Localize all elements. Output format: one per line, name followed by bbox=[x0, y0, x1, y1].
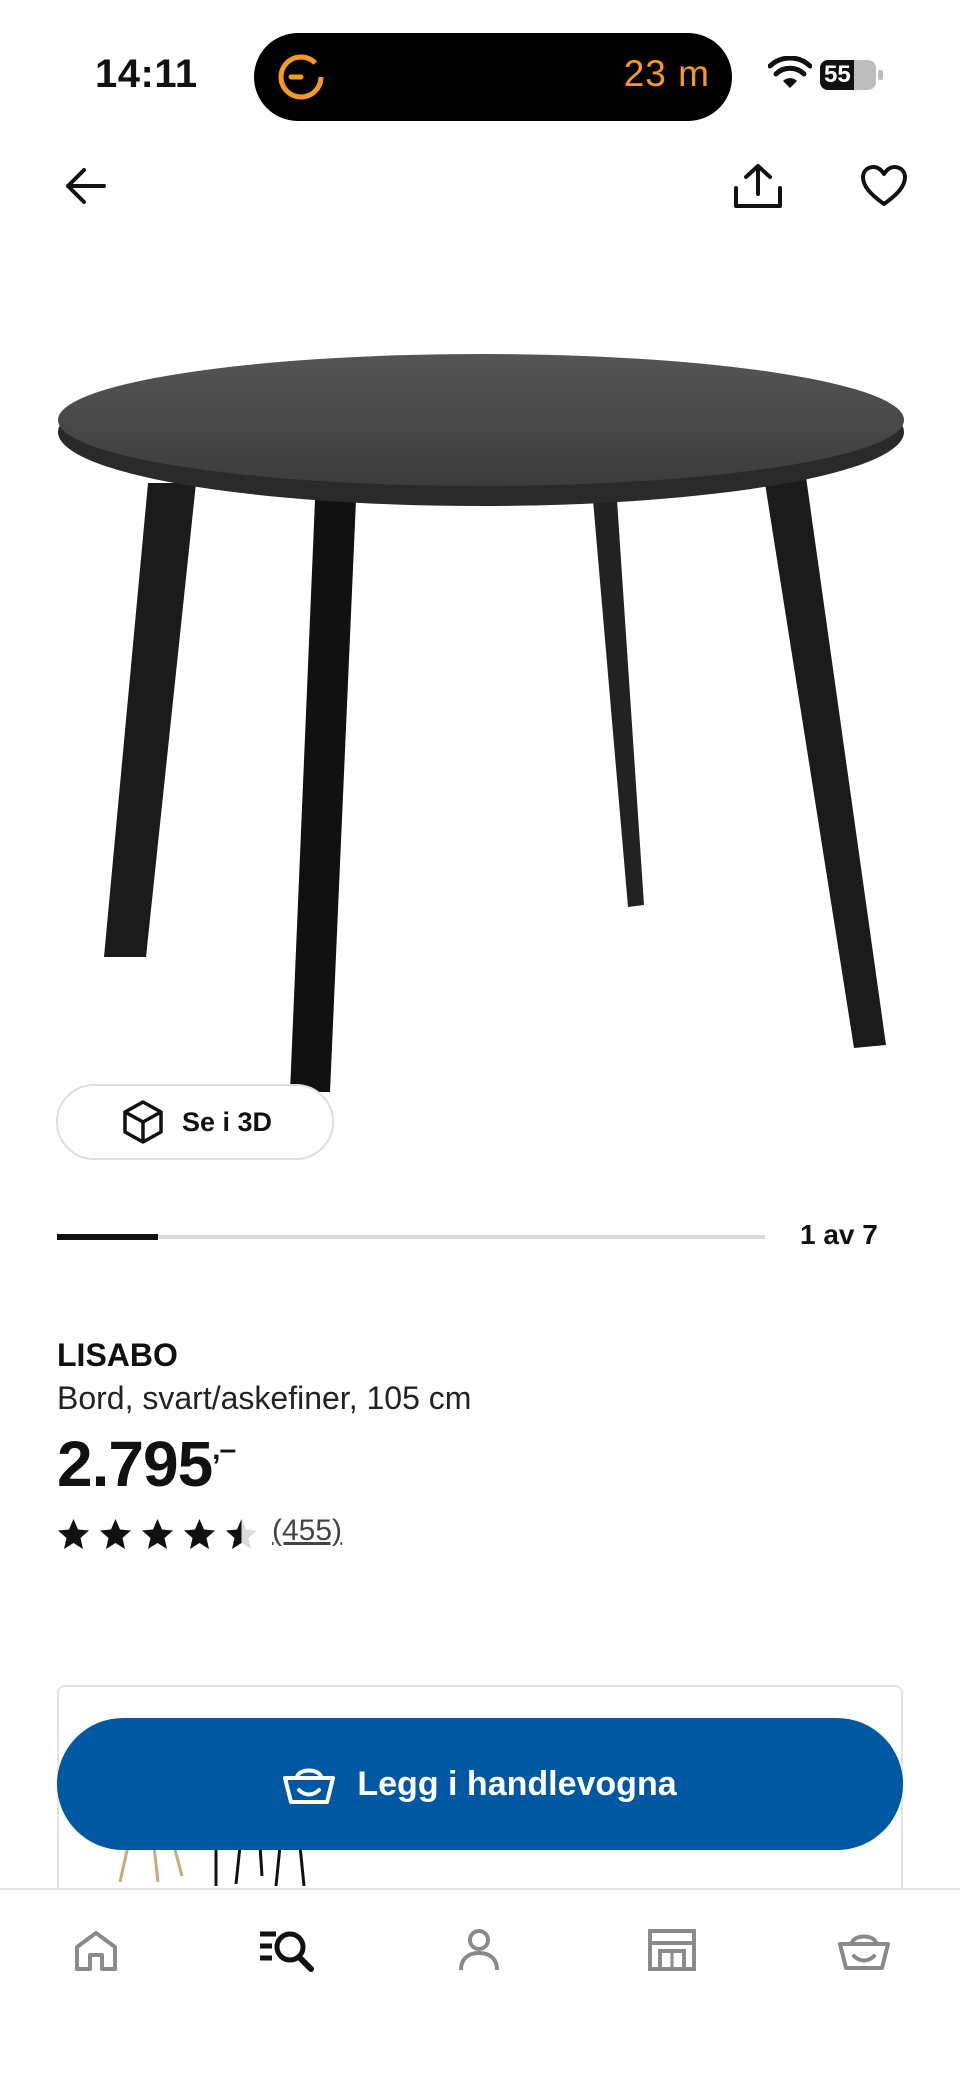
basket-icon bbox=[838, 1934, 890, 1970]
tab-store[interactable] bbox=[636, 1920, 708, 1980]
timer-ring-icon bbox=[278, 54, 324, 100]
star-icon bbox=[100, 1519, 131, 1549]
activity-timer: 23 m bbox=[623, 53, 710, 94]
star-icon bbox=[184, 1519, 215, 1549]
product-image[interactable] bbox=[40, 340, 920, 1100]
store-icon bbox=[648, 1929, 696, 1971]
battery-level: 55 bbox=[824, 61, 851, 88]
gallery-progress-track bbox=[57, 1235, 765, 1239]
heart-icon bbox=[861, 165, 907, 206]
share-icon bbox=[734, 164, 782, 208]
wifi-icon bbox=[768, 56, 812, 88]
favorite-button[interactable] bbox=[854, 156, 914, 216]
back-button[interactable] bbox=[56, 156, 116, 216]
tab-cart[interactable] bbox=[828, 1920, 900, 1980]
star-icon bbox=[226, 1519, 257, 1549]
price-suffix: ,– bbox=[212, 1433, 236, 1466]
cube-icon bbox=[123, 1100, 163, 1144]
user-icon bbox=[459, 1929, 499, 1971]
tab-search[interactable] bbox=[250, 1920, 322, 1980]
rating-stars[interactable] bbox=[57, 1518, 258, 1551]
dynamic-island[interactable]: 23 m bbox=[254, 33, 732, 121]
price-value: 2.795 bbox=[57, 1428, 213, 1500]
gallery-progress-fill bbox=[57, 1234, 158, 1240]
status-time: 14:11 bbox=[95, 52, 198, 96]
review-count-link[interactable]: (455) bbox=[272, 1514, 342, 1548]
view-3d-label: Se i 3D bbox=[182, 1106, 273, 1137]
view-3d-button[interactable]: Se i 3D bbox=[56, 1084, 334, 1160]
related-product-thumbnail bbox=[118, 1846, 306, 1886]
product-price: 2.795,– bbox=[57, 1427, 236, 1501]
tab-profile[interactable] bbox=[443, 1920, 515, 1980]
add-to-cart-label: Legg i handlevogna bbox=[357, 1764, 677, 1803]
search-list-icon bbox=[260, 1931, 314, 1972]
tab-home[interactable] bbox=[60, 1920, 132, 1980]
product-description: Bord, svart/askefiner, 105 cm bbox=[57, 1380, 472, 1416]
gallery-counter: 1 av 7 bbox=[800, 1219, 878, 1250]
star-icon bbox=[58, 1519, 89, 1549]
basket-icon bbox=[283, 1768, 336, 1804]
battery-icon: 55 bbox=[820, 60, 884, 90]
share-button[interactable] bbox=[728, 156, 788, 216]
add-to-cart-button[interactable]: Legg i handlevogna bbox=[57, 1718, 903, 1850]
home-icon bbox=[75, 1931, 117, 1971]
product-name: LISABO bbox=[57, 1337, 178, 1373]
back-arrow-icon bbox=[66, 168, 106, 204]
star-icon bbox=[142, 1519, 173, 1549]
bottom-tab-bar bbox=[0, 1888, 960, 2087]
